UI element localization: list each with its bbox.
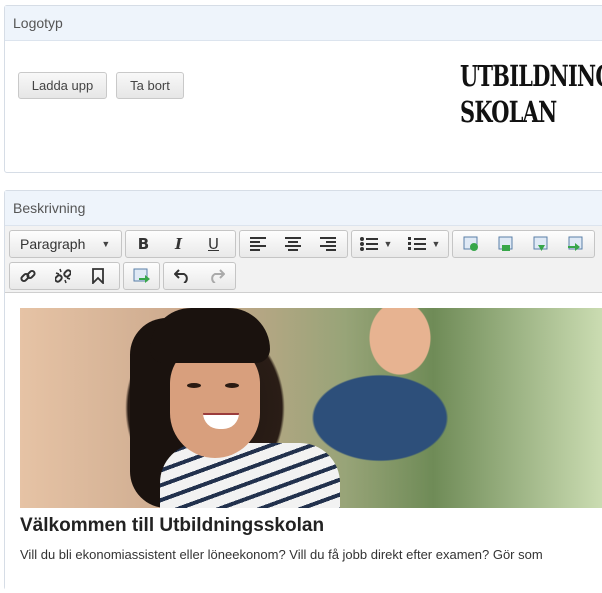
bold-icon: B xyxy=(137,235,150,253)
insert-file-icon xyxy=(533,236,547,251)
logo-line-1: UTBILDNING xyxy=(460,59,602,93)
redo-icon xyxy=(210,269,225,283)
align-right-button[interactable] xyxy=(310,231,345,257)
bullet-list-button[interactable]: ▼ xyxy=(352,231,400,257)
insert-media-button[interactable] xyxy=(488,231,523,257)
content-image xyxy=(20,308,602,508)
logo-panel-title: Logotyp xyxy=(5,6,602,41)
logo-line-2: SKOLAN xyxy=(460,95,557,129)
numbered-list-icon xyxy=(407,237,426,250)
numbered-list-button[interactable]: ▼ xyxy=(400,231,448,257)
history-group xyxy=(163,262,236,290)
bullet-list-icon xyxy=(359,237,378,251)
image-manager-button[interactable] xyxy=(124,263,159,289)
italic-icon: I xyxy=(174,235,183,253)
chevron-down-icon: ▼ xyxy=(383,239,393,249)
bold-button[interactable]: B xyxy=(126,231,161,257)
upload-button[interactable]: Ladda upp xyxy=(18,72,107,99)
link-button[interactable] xyxy=(10,263,45,289)
italic-button[interactable]: I xyxy=(161,231,196,257)
format-select[interactable]: Paragraph ▼ xyxy=(9,230,122,258)
redo-button[interactable] xyxy=(199,263,234,289)
format-select-value: Paragraph xyxy=(20,236,86,252)
content-paragraph: Vill du bli ekonomiassistent eller lönee… xyxy=(20,547,543,562)
logo-panel: Logotyp Ladda upp Ta bort UTBILDNING SKO… xyxy=(4,5,602,173)
content-heading: Välkommen till Utbildningsskolan xyxy=(20,515,325,536)
insert-template-button[interactable] xyxy=(558,231,593,257)
align-left-icon xyxy=(249,237,266,251)
bookmark-button[interactable] xyxy=(80,263,115,289)
alignment-group xyxy=(239,230,348,258)
underline-button[interactable]: U xyxy=(196,231,231,257)
insert-media-icon xyxy=(498,236,512,251)
text-style-group: B I U xyxy=(125,230,236,258)
description-panel-title: Beskrivning xyxy=(5,191,602,226)
undo-icon xyxy=(173,269,188,283)
insert-template-icon xyxy=(567,236,582,251)
chevron-down-icon: ▼ xyxy=(431,239,441,249)
link-icon xyxy=(19,269,36,283)
align-center-icon xyxy=(284,237,301,251)
align-left-button[interactable] xyxy=(240,231,275,257)
chevron-down-icon: ▼ xyxy=(101,239,111,249)
description-panel: Beskrivning Paragraph ▼ B I U ▼ ▼ Välkom… xyxy=(4,190,602,593)
undo-button[interactable] xyxy=(164,263,199,289)
remove-button[interactable]: Ta bort xyxy=(116,72,184,99)
insert-image-button[interactable] xyxy=(453,231,488,257)
align-right-icon xyxy=(319,237,336,251)
editor-toolbar: Paragraph ▼ B I U ▼ ▼ xyxy=(5,226,602,293)
underline-icon: U xyxy=(208,235,219,253)
unlink-icon xyxy=(54,268,71,284)
logo-image: UTBILDNING SKOLAN xyxy=(460,58,602,130)
list-group: ▼ ▼ xyxy=(351,230,449,258)
editor-content[interactable]: Välkommen till Utbildningsskolan Vill du… xyxy=(5,293,602,593)
link-group xyxy=(9,262,120,290)
insert-group xyxy=(452,230,595,258)
bookmark-icon xyxy=(91,268,104,284)
insert-image-icon xyxy=(463,236,478,251)
insert-file-button[interactable] xyxy=(523,231,558,257)
image-group xyxy=(123,262,160,290)
align-center-button[interactable] xyxy=(275,231,310,257)
unlink-button[interactable] xyxy=(45,263,80,289)
image-manager-icon xyxy=(133,268,150,283)
